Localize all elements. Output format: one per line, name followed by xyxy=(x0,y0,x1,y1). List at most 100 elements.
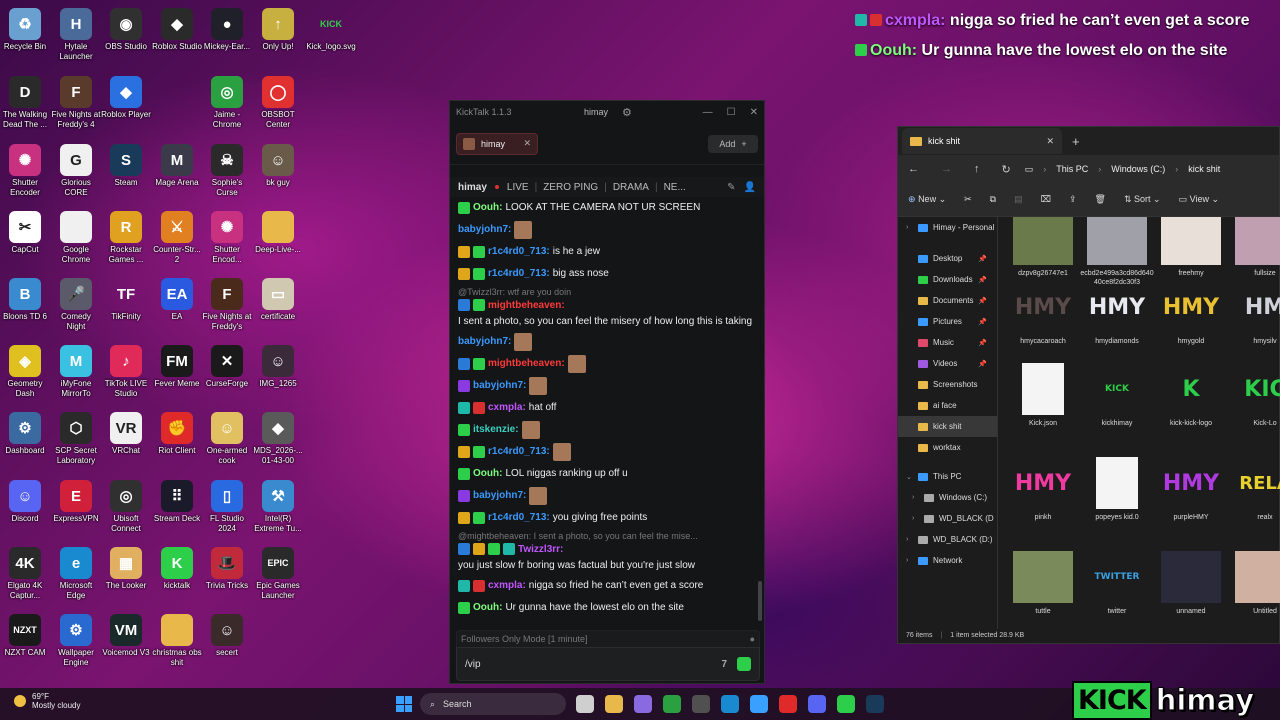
desktop-shortcut[interactable]: ♻ Recycle Bin xyxy=(0,4,50,52)
desktop-shortcut[interactable]: FM Fever Meme xyxy=(152,341,202,389)
share-icon[interactable]: ⇪ xyxy=(1069,194,1077,205)
desktop-shortcut[interactable]: Kkicktalk xyxy=(152,543,202,591)
desktop-shortcut[interactable]: ↑ Only Up! xyxy=(253,4,303,52)
chat-scrollbar[interactable] xyxy=(758,581,762,621)
file-item[interactable]: HMY hmydiamonds xyxy=(1080,281,1154,346)
desktop-shortcut[interactable]: christmas obs shit xyxy=(152,610,202,668)
desktop-shortcut[interactable]: e Microsoft Edge xyxy=(51,543,101,601)
file-item[interactable]: tuttle xyxy=(1006,551,1080,616)
sidebar-item[interactable]: worktax xyxy=(898,437,997,458)
sidebar-item[interactable]: › WD_BLACK (D:) xyxy=(898,529,997,550)
file-item[interactable]: ecbd2e499a3cd86d64040ce8f2dc30f3 xyxy=(1080,217,1154,287)
desktop-shortcut[interactable]: ☺ secert xyxy=(202,610,252,658)
weather-widget[interactable]: 69°F Mostly cloudy xyxy=(14,692,80,710)
gear-icon[interactable]: ⚙ xyxy=(622,106,632,119)
desktop-shortcut[interactable]: F Five Nights at Freddy's xyxy=(202,274,252,332)
delete-icon[interactable]: 🗑 xyxy=(1095,194,1106,205)
chat-username[interactable]: Twizzl3rr: xyxy=(518,543,563,557)
chat-username[interactable]: Oouh: xyxy=(473,201,502,215)
desktop-shortcut[interactable]: F Five Nights at Freddy's 4 xyxy=(51,72,101,130)
chat-input[interactable]: /vip 7 xyxy=(456,647,760,681)
channel-name[interactable]: himay xyxy=(458,182,487,193)
desktop-shortcut[interactable]: ♪ TikTok LIVE Studio xyxy=(101,341,151,399)
chevron-icon[interactable]: › xyxy=(906,557,908,564)
sidebar-item[interactable]: ⌄ This PC xyxy=(898,466,997,487)
sidebar-item[interactable]: Downloads 📌 xyxy=(898,269,997,290)
desktop-shortcut[interactable]: ☺ One-armed cook xyxy=(202,408,252,466)
desktop-shortcut[interactable]: EA EA xyxy=(152,274,202,322)
desktop-shortcut[interactable]: ⚒ Intel(R) Extreme Tu... xyxy=(253,476,303,534)
add-chat-button[interactable]: Add + xyxy=(708,134,758,153)
desktop-shortcut[interactable]: ◆ Roblox Studio xyxy=(152,4,202,52)
desktop-shortcut[interactable]: NZXT NZXT CAM xyxy=(0,610,50,658)
up-icon[interactable]: ↑ xyxy=(974,163,980,175)
desktop-shortcut[interactable]: ▯ FL Studio 2024 xyxy=(202,476,252,534)
rename-icon[interactable]: ⌧ xyxy=(1041,194,1051,205)
file-explorer-icon[interactable] xyxy=(605,695,623,713)
desktop-shortcut[interactable]: ▭ certificate xyxy=(253,274,303,322)
taskbar-search[interactable]: ⌕ Search xyxy=(420,693,566,715)
store-icon[interactable] xyxy=(750,695,768,713)
sidebar-item[interactable]: Documents 📌 xyxy=(898,290,997,311)
chat-username[interactable]: itskenzie: xyxy=(473,423,519,437)
refresh-icon[interactable]: ↻ xyxy=(1002,163,1011,176)
desktop-shortcut[interactable]: ◆ Roblox Player xyxy=(101,72,151,120)
chevron-icon[interactable]: ⌄ xyxy=(906,473,912,481)
desktop-shortcut[interactable]: B Bloons TD 6 xyxy=(0,274,50,322)
file-item[interactable]: HMY hmycacaroach xyxy=(1006,281,1080,346)
kick-emote-icon[interactable] xyxy=(737,657,751,671)
desktop-shortcut[interactable]: ⚔ Counter-Str... 2 xyxy=(152,207,202,265)
file-item[interactable]: HMY purpleHMY xyxy=(1154,457,1228,522)
file-item[interactable]: fullsize xyxy=(1228,217,1280,278)
desktop-shortcut[interactable]: H Hytale Launcher xyxy=(51,4,101,62)
close-tab-icon[interactable]: ✕ xyxy=(523,138,531,149)
file-item[interactable]: unnamed xyxy=(1154,551,1228,616)
desktop-shortcut[interactable]: ✺ Shutter Encod... xyxy=(202,207,252,265)
kick-icon[interactable] xyxy=(837,695,855,713)
desktop-shortcut[interactable]: ☠ Sophie's Curse xyxy=(202,140,252,198)
tab-himay[interactable]: himay ✕ xyxy=(456,132,538,155)
close-tab-icon[interactable]: ✕ xyxy=(1046,136,1054,147)
desktop-shortcut[interactable]: EPIC Epic Games Launcher xyxy=(253,543,303,601)
desktop-shortcut[interactable]: ☺ IMG_1265 xyxy=(253,341,303,389)
sidebar-item[interactable]: Screenshots xyxy=(898,374,997,395)
obs-icon[interactable] xyxy=(692,695,710,713)
desktop-shortcut[interactable]: 4K Elgato 4K Captur... xyxy=(0,543,50,601)
discord-icon[interactable] xyxy=(808,695,826,713)
desktop-shortcut[interactable]: ⚙ Wallpaper Engine xyxy=(51,610,101,668)
desktop-shortcut[interactable]: ⠿ Stream Deck xyxy=(152,476,202,524)
address-bar[interactable]: ▭ › This PC › Windows (C:) › kick shit xyxy=(1025,164,1221,175)
desktop-shortcut[interactable]: ☺ Discord xyxy=(0,476,50,524)
chevron-icon[interactable]: › xyxy=(906,224,908,231)
maximize-icon[interactable]: ☐ xyxy=(727,107,736,118)
chat-messages[interactable]: Oouh: LOOK AT THE CAMERA NOT UR SCREEN bab… xyxy=(450,197,766,623)
breadcrumb[interactable]: Windows (C:) xyxy=(1111,164,1165,174)
desktop-shortcut[interactable]: ◈ Geometry Dash xyxy=(0,341,50,399)
desktop-shortcut[interactable]: D The Walking Dead The ... xyxy=(0,72,50,130)
pin-icon[interactable]: ✎ xyxy=(727,182,735,193)
windows-start-icon[interactable] xyxy=(396,696,412,712)
chat-username[interactable]: cxmpla: xyxy=(488,579,526,593)
sidebar-item[interactable]: › WD_BLACK (D xyxy=(898,508,997,529)
chat-username[interactable]: mightbeheaven: xyxy=(488,357,565,371)
file-item[interactable]: dzpv8g26747e1 xyxy=(1006,217,1080,278)
desktop-shortcut[interactable]: ◉ OBS Studio xyxy=(101,4,151,52)
close-icon[interactable]: ✕ xyxy=(750,107,758,118)
desktop-shortcut[interactable]: ◎ Jaime - Chrome xyxy=(202,72,252,130)
desktop-shortcut[interactable]: VR VRChat xyxy=(101,408,151,456)
sidebar-item[interactable]: Pictures 📌 xyxy=(898,311,997,332)
desktop-shortcut[interactable]: ⚙ Dashboard xyxy=(0,408,50,456)
desktop-shortcut[interactable]: ◯ OBSBOT Center xyxy=(253,72,303,130)
chevron-icon[interactable]: › xyxy=(912,515,914,522)
youtube-icon[interactable] xyxy=(779,695,797,713)
desktop-shortcut[interactable]: Google Chrome xyxy=(51,207,101,265)
desktop-shortcut[interactable]: S Steam xyxy=(101,140,151,188)
sidebar-item[interactable]: Music 📌 xyxy=(898,332,997,353)
sort-button[interactable]: ⇅ Sort ⌄ xyxy=(1124,194,1161,205)
desktop-shortcut[interactable]: TF TikFinity xyxy=(101,274,151,322)
chat-username[interactable]: cxmpla: xyxy=(488,401,526,415)
explorer-tab[interactable]: kick shit ✕ xyxy=(902,128,1062,154)
file-item[interactable]: TWITTER twitter xyxy=(1080,551,1154,616)
desktop-shortcut[interactable]: MiMyFone MirrorTo xyxy=(51,341,101,399)
desktop-shortcut[interactable]: ◆ MDS_2026-... 01-43-00 xyxy=(253,408,303,466)
